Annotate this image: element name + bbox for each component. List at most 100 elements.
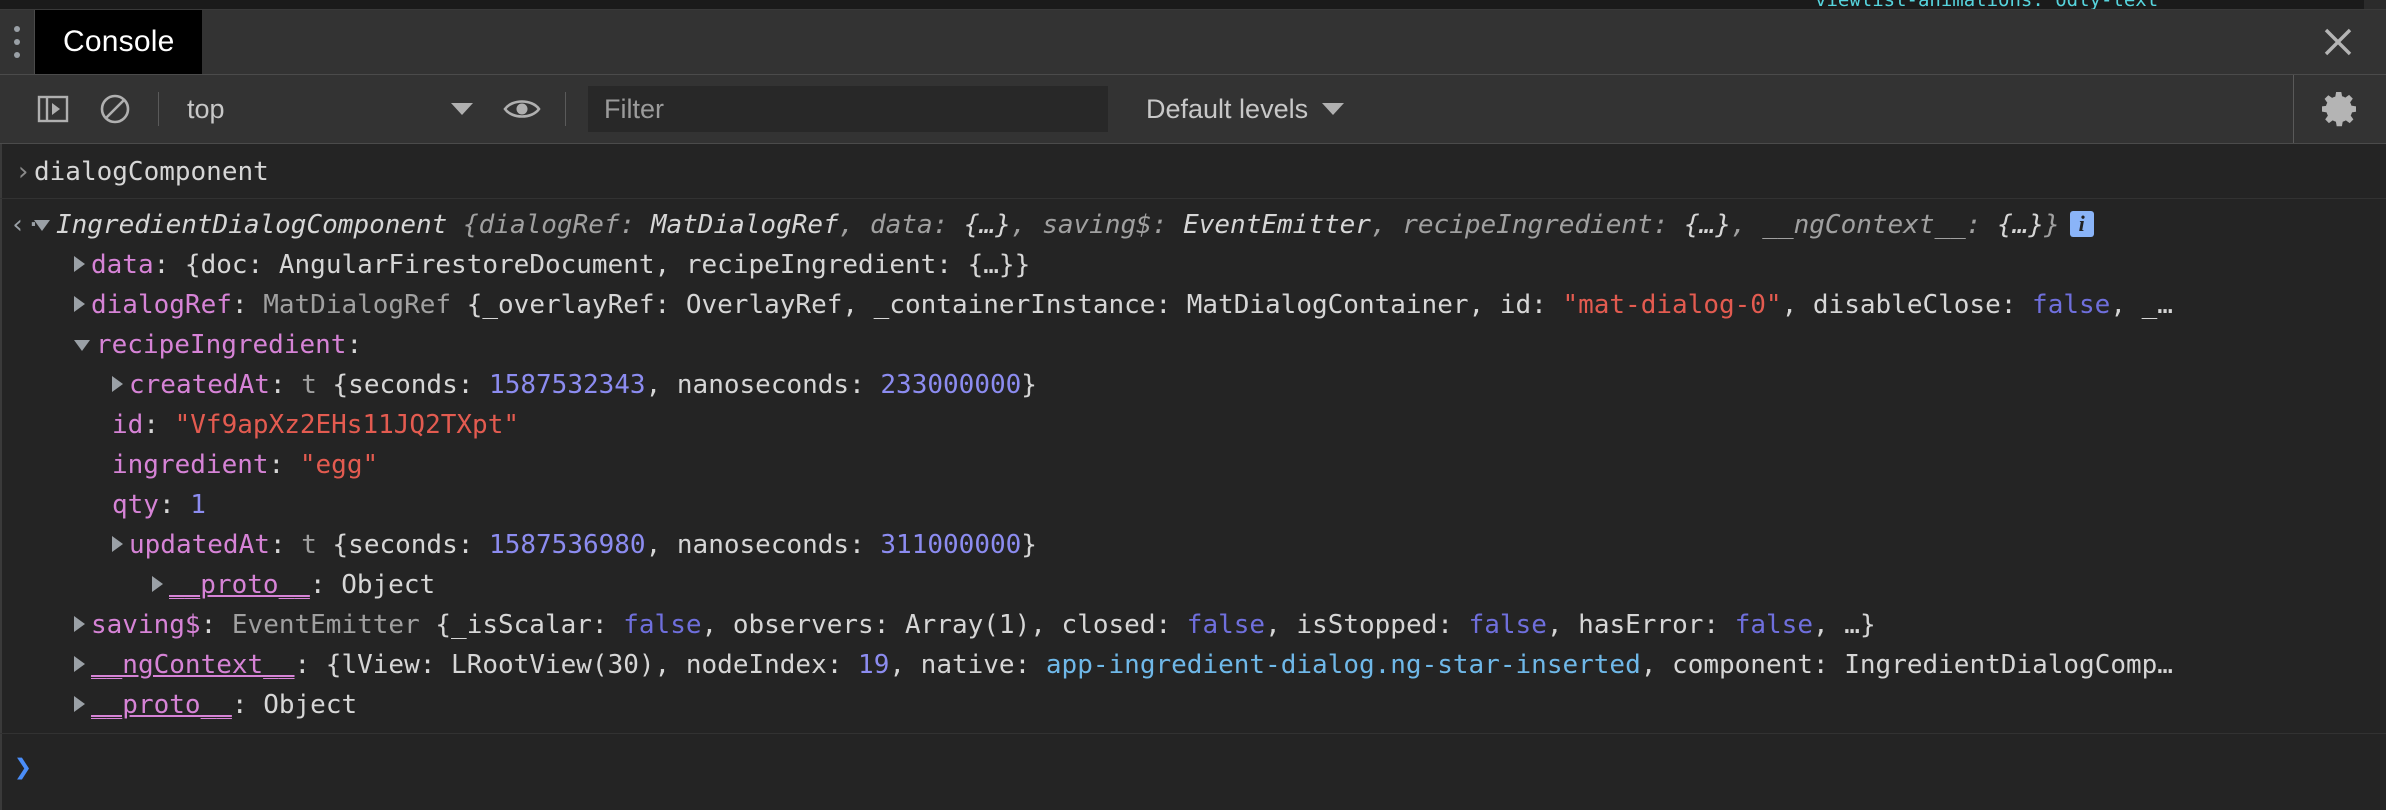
property-value-segment: : {doc: [153, 250, 279, 280]
object-property-row[interactable]: qty: 1 [0, 485, 2386, 525]
expand-toggle-closed-icon[interactable] [74, 255, 85, 272]
property-key: id [112, 410, 144, 440]
chevron-down-icon [1322, 103, 1345, 115]
property-value-segment: false [623, 610, 702, 640]
clear-console-button[interactable] [84, 75, 146, 143]
object-constructor-name: IngredientDialogComponent [56, 210, 448, 240]
page-content-sliver: viewlist-animations: odly-text [0, 0, 2386, 9]
property-value-segment: false [2032, 290, 2111, 320]
preview-separator: , [1730, 210, 1763, 240]
console-input-message: › dialogComponent [0, 144, 2386, 199]
devtools-tabstrip: Console [0, 10, 2386, 75]
property-key: recipeIngredient [96, 330, 347, 360]
property-value-segment: t [301, 370, 317, 400]
property-value-segment: {seconds: [316, 530, 490, 560]
property-key: __ngContext__ [91, 650, 295, 680]
property-value-segment: , recipeIngredient: [654, 250, 968, 280]
object-property-rows: data: {doc: AngularFirestoreDocument, re… [0, 245, 2386, 725]
tabstrip-spacer [202, 10, 2290, 74]
object-header-line[interactable]: ‹· IngredientDialogComponent {dialogRef:… [0, 205, 2386, 245]
tab-console[interactable]: Console [35, 10, 203, 74]
property-key: updatedAt [129, 530, 270, 560]
page-scrollbar[interactable] [2364, 0, 2386, 9]
log-levels-selector[interactable]: Default levels [1146, 93, 1345, 125]
object-preview-open: { [447, 210, 479, 240]
property-value-segment: Array(1) [905, 610, 1031, 640]
info-badge-icon[interactable]: i [2069, 210, 2094, 237]
property-value-segment: , observers: [701, 610, 906, 640]
preview-value: MatDialogRef [650, 210, 839, 240]
property-key: __proto__ [91, 690, 232, 720]
property-value-segment: } [1021, 530, 1037, 560]
expand-toggle-closed-icon[interactable] [152, 575, 163, 592]
property-key: saving$ [91, 610, 201, 640]
object-property-row[interactable]: __proto__: Object [0, 685, 2386, 725]
console-prompt-row[interactable]: ❯ [0, 734, 2386, 808]
page-sliver-text: viewlist-animations: odly-text [1815, 0, 2158, 9]
property-value-segment: , component: [1640, 650, 1845, 680]
object-property-row[interactable]: id: "Vf9apXz2EHs11JQ2TXpt" [0, 405, 2386, 445]
property-value-segment: false [1734, 610, 1813, 640]
devtools-panel: Console top Filter Default levels › dial… [0, 9, 2386, 810]
execution-context-value: top [187, 93, 225, 124]
property-key: data [91, 250, 154, 280]
live-expression-button[interactable] [491, 75, 553, 143]
property-value-segment: : [309, 570, 342, 600]
property-value-segment: : [231, 690, 264, 720]
property-value-segment: , disableClose: [1781, 290, 2033, 320]
property-value-segment: : [158, 490, 191, 520]
object-property-row[interactable]: dialogRef: MatDialogRef {_overlayRef: Ov… [0, 285, 2386, 325]
property-value-segment: 233000000 [880, 370, 1022, 400]
object-property-row[interactable]: saving$: EventEmitter {_isScalar: false,… [0, 605, 2386, 645]
console-settings-button[interactable] [2293, 75, 2386, 143]
console-input-line: › dialogComponent [0, 152, 2386, 192]
input-gutter-chevron: › [15, 157, 31, 187]
property-value-segment: : [269, 530, 302, 560]
property-value-segment: : [269, 370, 302, 400]
expand-toggle-closed-icon[interactable] [74, 295, 85, 312]
object-property-row[interactable]: recipeIngredient: [0, 325, 2386, 365]
object-property-row[interactable]: __proto__: Object [0, 565, 2386, 605]
object-property-row[interactable]: data: {doc: AngularFirestoreDocument, re… [0, 245, 2386, 285]
expand-toggle-closed-icon[interactable] [74, 615, 85, 632]
console-message-list[interactable]: › dialogComponent ‹· IngredientDialogCom… [0, 144, 2386, 810]
expand-toggle-closed-icon[interactable] [74, 655, 85, 672]
preview-value: {…} [1684, 210, 1731, 240]
gear-icon [2322, 92, 2357, 127]
expand-toggle-closed-icon[interactable] [74, 695, 85, 712]
preview-value: {…} [1997, 210, 2045, 240]
object-property-row[interactable]: ingredient: "egg" [0, 445, 2386, 485]
expand-toggle-open-icon[interactable] [74, 340, 90, 351]
prompt-chevron-icon: ❯ [14, 750, 33, 785]
toolbar-divider-2 [565, 92, 566, 126]
close-devtools-button[interactable] [2290, 10, 2386, 74]
expand-toggle-closed-icon[interactable] [112, 375, 123, 392]
property-value-segment: , hasError: [1546, 610, 1735, 640]
property-key: qty [112, 490, 159, 520]
property-value-segment: EventEmitter [231, 610, 420, 640]
property-value-segment: , …} [1812, 610, 1876, 640]
property-value-segment: "egg" [299, 450, 379, 480]
property-value-segment: , _… [2110, 290, 2173, 320]
property-value-segment: : [200, 610, 232, 640]
expand-toggle-closed-icon[interactable] [112, 535, 123, 552]
expand-toggle-root[interactable] [34, 220, 50, 231]
show-console-sidebar-icon [37, 95, 69, 123]
console-sidebar-toggle-button[interactable] [22, 75, 84, 143]
object-property-row[interactable]: __ngContext__: {lView: LRootView(30), no… [0, 645, 2386, 685]
preview-value: {…} [963, 210, 1011, 240]
object-preview-close: } [2044, 210, 2060, 240]
property-value-segment: : [143, 410, 175, 440]
property-value-segment: IngredientDialogComp… [1844, 650, 2173, 680]
execution-context-selector[interactable]: top [171, 75, 491, 143]
output-gutter-chevron: ‹· [10, 210, 42, 240]
log-levels-label: Default levels [1146, 93, 1309, 124]
object-property-row[interactable]: createdAt: t {seconds: 1587532343, nanos… [0, 365, 2386, 405]
eye-icon [503, 100, 541, 118]
kebab-menu-icon[interactable] [14, 26, 20, 58]
property-value-segment: {seconds: [316, 370, 490, 400]
property-value-segment: 1587536980 [489, 530, 646, 560]
filter-input[interactable] [588, 86, 1108, 132]
property-value-segment: false [1468, 610, 1547, 640]
object-property-row[interactable]: updatedAt: t {seconds: 1587536980, nanos… [0, 525, 2386, 565]
